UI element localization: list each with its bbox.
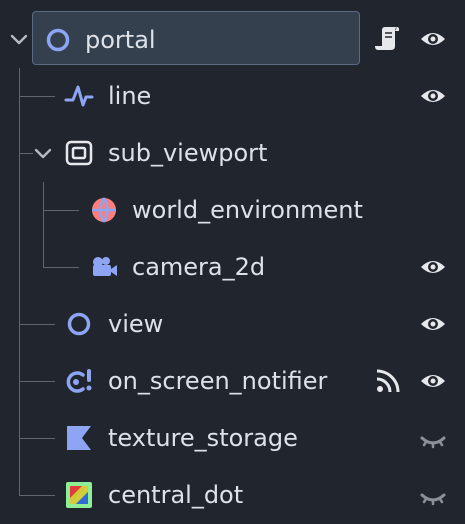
collapse-arrow-icon[interactable] — [9, 29, 29, 49]
node-label-world-environment: world_environment — [132, 196, 363, 224]
texture-storage-icon — [64, 423, 94, 453]
visibility-notifier-icon — [64, 366, 94, 396]
visibility-eye-icon[interactable] — [418, 366, 448, 396]
node-label-view: view — [108, 310, 164, 338]
world-environment-icon — [89, 195, 119, 225]
hidden-eye-icon[interactable] — [418, 425, 448, 455]
node-label-sub-viewport: sub_viewport — [108, 139, 268, 167]
hidden-eye-icon[interactable] — [418, 482, 448, 512]
camera2d-icon — [89, 252, 119, 282]
visibility-eye-icon[interactable] — [418, 24, 448, 54]
visibility-eye-icon[interactable] — [418, 309, 448, 339]
script-icon[interactable] — [372, 24, 402, 54]
node-label-on-screen-notifier: on_screen_notifier — [108, 367, 328, 395]
node-label-portal: portal — [85, 26, 156, 54]
node-label-texture-storage: texture_storage — [108, 424, 298, 452]
selection-highlight — [32, 11, 360, 65]
subviewport-icon — [64, 138, 94, 168]
circle-node-icon — [64, 309, 94, 339]
collapse-arrow-icon[interactable] — [33, 143, 53, 163]
visibility-eye-icon[interactable] — [418, 81, 448, 111]
circle-node-icon — [43, 25, 73, 55]
node-label-camera-2d: camera_2d — [132, 253, 266, 281]
signals-icon[interactable] — [373, 366, 403, 396]
scene-tree: portal line sub_viewport world_environme… — [0, 0, 465, 522]
line2d-icon — [64, 81, 94, 111]
node-label-line: line — [108, 82, 152, 110]
texture-rect-icon — [64, 480, 94, 510]
visibility-eye-icon[interactable] — [418, 252, 448, 282]
node-label-central-dot: central_dot — [108, 481, 244, 509]
